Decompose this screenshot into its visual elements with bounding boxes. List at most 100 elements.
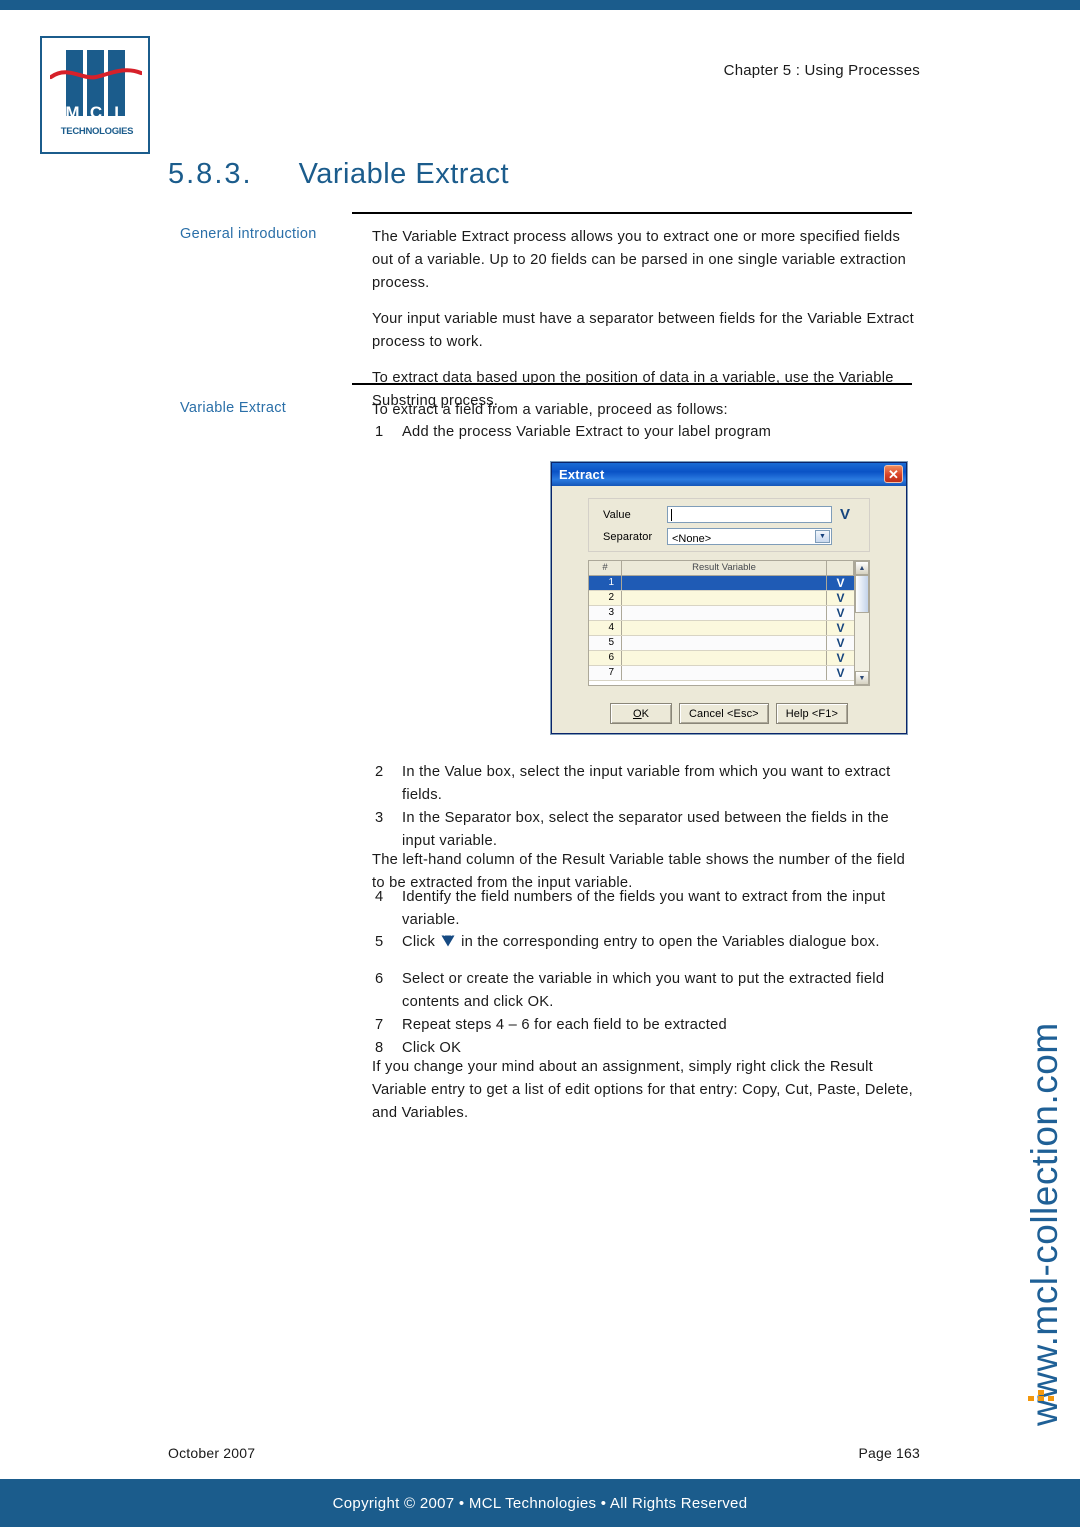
mcl-logo: M C L TECHNOLOGIES	[40, 36, 150, 154]
step-text: In the Value box, select the input varia…	[402, 764, 891, 803]
list-item: 5 Click in the corresponding entry to open…	[372, 931, 917, 954]
step-text: Repeat steps 4 – 6 for each field to be …	[402, 1017, 727, 1033]
scroll-down-icon[interactable]: ▼	[855, 671, 869, 685]
row-value[interactable]	[622, 651, 827, 665]
procedure-steps-2-3: 2 In the Value box, select the input vari…	[372, 761, 917, 853]
list-item: 4 Identify the field numbers of the field…	[372, 886, 917, 932]
separator-combobox[interactable]: <None> ▼	[667, 528, 832, 545]
row-variable-picker-v-icon[interactable]: V	[827, 621, 854, 635]
intro-paragraph-1: The Variable Extract process allows you …	[372, 229, 907, 291]
table-row[interactable]: 6 V	[589, 651, 854, 666]
logo-wordmark: TECHNOLOGIES	[60, 126, 134, 137]
value-input[interactable]	[667, 506, 832, 523]
row-value[interactable]	[622, 666, 827, 680]
scrollbar-track[interactable]	[855, 575, 869, 671]
ok-accel: O	[632, 707, 642, 720]
row-number: 1	[589, 576, 622, 590]
separator-field-row: Separator <None> ▼	[589, 527, 869, 546]
separator-value: <None>	[672, 533, 712, 545]
row-value[interactable]	[622, 636, 827, 650]
page-title: 5.8.3. Variable Extract	[168, 158, 509, 191]
general-introduction-body: The Variable Extract process allows you …	[372, 226, 917, 413]
procedure-step-4: 4 Identify the field numbers of the field…	[372, 886, 917, 932]
procedure-step-1-group: 1 Add the process Variable Extract to you…	[372, 421, 917, 444]
step-text: Select or create the variable in which y…	[402, 971, 885, 1010]
mcl-collection-icon	[1028, 1390, 1054, 1401]
table-row[interactable]: 2 V	[589, 591, 854, 606]
table-body: # Result Variable 1 V 2 V 3 V 4 V 5 V 6 …	[589, 561, 854, 685]
procedure-lead: To extract a field from a variable, proc…	[372, 399, 917, 422]
table-scrollbar[interactable]: ▲ ▼	[854, 561, 869, 685]
row-number: 6	[589, 651, 622, 665]
logo-artwork: M C L TECHNOLOGIES	[42, 38, 148, 152]
step-number: 7	[375, 1017, 384, 1033]
logo-letter-m: M	[65, 103, 80, 122]
row-variable-picker-v-icon[interactable]: V	[827, 606, 854, 620]
row-variable-picker-v-icon[interactable]: V	[827, 651, 854, 665]
table-row[interactable]: 1 V	[589, 576, 854, 591]
chapter-header: Chapter 5 : Using Processes	[723, 62, 920, 79]
procedure-steps-6-8: 6 Select or create the variable in which …	[372, 968, 917, 1060]
table-header-row: # Result Variable	[589, 561, 854, 576]
scrollbar-thumb[interactable]	[855, 575, 869, 613]
table-row[interactable]: 3 V	[589, 606, 854, 621]
row-number: 7	[589, 666, 622, 680]
section-number: 5.8.3.	[168, 158, 253, 190]
footer-page-number: Page 163	[858, 1445, 920, 1461]
value-variable-picker-v-icon[interactable]: V	[840, 507, 850, 522]
scroll-up-icon[interactable]: ▲	[855, 561, 869, 575]
row-variable-picker-v-icon[interactable]: V	[827, 591, 854, 605]
dialog-button-row: OK Cancel <Esc> Help <F1>	[588, 703, 870, 724]
row-variable-picker-v-icon[interactable]: V	[827, 636, 854, 650]
section-title-text: Variable Extract	[298, 158, 510, 190]
row-value[interactable]	[622, 621, 827, 635]
logo-letter-l: L	[114, 103, 125, 122]
step-number: 4	[375, 889, 384, 905]
value-field-row: Value V	[589, 505, 869, 524]
column-header-result-variable: Result Variable	[622, 561, 827, 575]
step-number: 3	[375, 810, 384, 826]
ok-rest: K	[641, 707, 650, 720]
column-header-number: #	[589, 561, 622, 575]
list-item: 7 Repeat steps 4 – 6 for each field to be…	[372, 1014, 917, 1037]
list-item: 3 In the Separator box, select the separa…	[372, 807, 917, 853]
ok-button[interactable]: OK	[610, 703, 673, 724]
table-row[interactable]: 7 V	[589, 666, 854, 681]
column-header-picker	[827, 561, 854, 575]
logo-letter-c: C	[89, 103, 103, 122]
watermark: www.mcl-collection.com	[1008, 1022, 1078, 1426]
step-text: Identify the field numbers of the fields…	[402, 889, 886, 928]
footer-bar: Copyright © 2007 • MCL Technologies • Al…	[0, 1479, 1080, 1527]
footer-copyright: Copyright © 2007 • MCL Technologies • Al…	[332, 1494, 748, 1512]
chevron-down-icon[interactable]: ▼	[815, 530, 830, 543]
step-text: Click OK	[402, 1040, 462, 1056]
table-row[interactable]: 4 V	[589, 621, 854, 636]
row-number: 2	[589, 591, 622, 605]
table-row[interactable]: 5 V	[589, 636, 854, 651]
step-number: 1	[375, 424, 384, 440]
step-number: 6	[375, 971, 384, 987]
dialog-body: Value V Separator <None> ▼ # Result Vari…	[552, 486, 906, 734]
extract-dialog: Extract ✕ Value V Separator <None> ▼ # R…	[551, 462, 907, 734]
row-number: 5	[589, 636, 622, 650]
help-button[interactable]: Help <F1>	[775, 703, 848, 724]
dialog-title: Extract	[559, 467, 605, 482]
separator-label: Separator	[603, 530, 653, 543]
watermark-text: www.mcl-collection.com	[1024, 1022, 1065, 1426]
row-variable-picker-v-icon[interactable]: V	[827, 576, 854, 590]
sidebar-label-variable-extract: Variable Extract	[180, 400, 287, 416]
sidebar-label-general-introduction: General introduction	[180, 226, 317, 242]
row-value[interactable]	[622, 591, 827, 605]
row-value[interactable]	[622, 576, 827, 590]
logo-letters: M C L	[64, 102, 128, 124]
row-variable-picker-v-icon[interactable]: V	[827, 666, 854, 680]
close-icon[interactable]: ✕	[884, 465, 903, 483]
logo-wave-icon	[50, 68, 142, 80]
row-value[interactable]	[622, 606, 827, 620]
step-5-text-after: in the corresponding entry to open the V…	[461, 934, 880, 950]
row-number: 4	[589, 621, 622, 635]
step-text: Add the process Variable Extract to your…	[402, 424, 772, 440]
cancel-button[interactable]: Cancel <Esc>	[679, 703, 769, 724]
note-2-text: If you change your mind about an assignm…	[372, 1059, 913, 1121]
step-text: In the Separator box, select the separat…	[402, 810, 889, 849]
